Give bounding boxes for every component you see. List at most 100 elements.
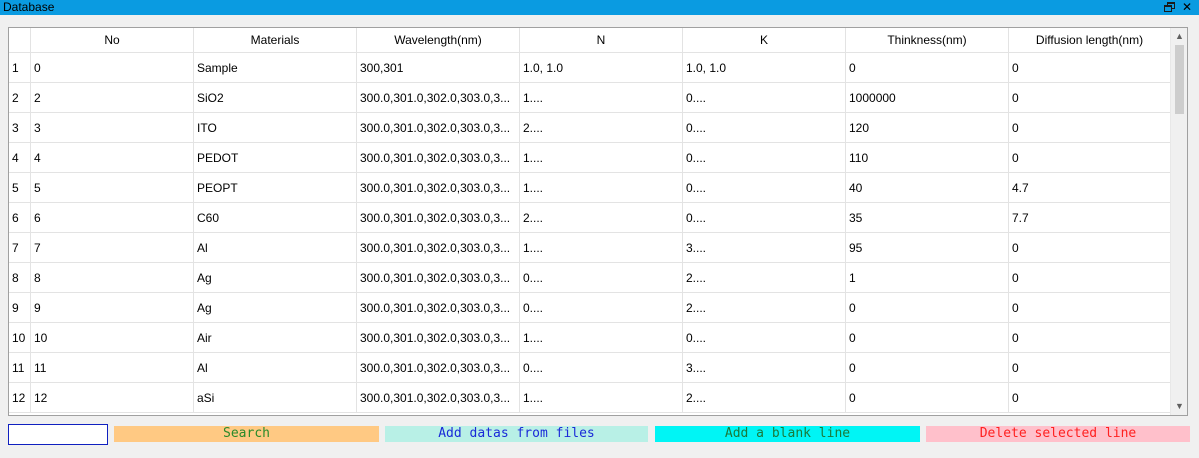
cell-n[interactable]: 2.... [520,203,683,233]
cell-wavelength[interactable]: 300.0,301.0,302.0,303.0,3... [357,263,520,293]
cell-no[interactable]: 6 [31,203,194,233]
cell-wavelength[interactable]: 300.0,301.0,302.0,303.0,3... [357,143,520,173]
cell-n[interactable]: 2.... [520,113,683,143]
cell-no[interactable]: 2 [31,83,194,113]
cell-n[interactable]: 1.... [520,233,683,263]
column-header-no[interactable]: No [31,28,194,53]
cell-wavelength[interactable]: 300.0,301.0,302.0,303.0,3... [357,173,520,203]
cell-materials[interactable]: PEOPT [194,173,357,203]
cell-n[interactable]: 1.... [520,383,683,413]
row-header[interactable]: 10 [9,323,31,353]
table-row[interactable]: 4 4 PEDOT 300.0,301.0,302.0,303.0,3... 1....… [9,143,1171,173]
column-header-thickness[interactable]: Thinkness(nm) [846,28,1009,53]
cell-k[interactable]: 2.... [683,263,846,293]
cell-materials[interactable]: Ag [194,293,357,323]
table-row[interactable]: 9 9 Ag 300.0,301.0,302.0,303.0,3... 0.... 2..… [9,293,1171,323]
cell-wavelength[interactable]: 300.0,301.0,302.0,303.0,3... [357,293,520,323]
cell-wavelength[interactable]: 300.0,301.0,302.0,303.0,3... [357,353,520,383]
cell-materials[interactable]: Air [194,323,357,353]
cell-no[interactable]: 4 [31,143,194,173]
row-header[interactable]: 6 [9,203,31,233]
cell-n[interactable]: 1.0, 1.0 [520,53,683,83]
cell-materials[interactable]: PEDOT [194,143,357,173]
restore-window-icon[interactable] [1163,1,1177,14]
column-header-diffusion-length[interactable]: Diffusion length(nm) [1009,28,1171,53]
column-header-k[interactable]: K [683,28,846,53]
cell-wavelength[interactable]: 300.0,301.0,302.0,303.0,3... [357,113,520,143]
row-header[interactable]: 12 [9,383,31,413]
cell-diffusion-length[interactable]: 4.7 [1009,173,1171,203]
search-button[interactable]: Search [114,426,379,442]
cell-materials[interactable]: ITO [194,113,357,143]
cell-n[interactable]: 0.... [520,353,683,383]
vertical-scrollbar[interactable]: ▲ ▼ [1170,28,1187,415]
scrollbar-thumb[interactable] [1175,45,1184,114]
cell-k[interactable]: 0.... [683,143,846,173]
cell-thickness[interactable]: 1000000 [846,83,1009,113]
cell-thickness[interactable]: 95 [846,233,1009,263]
table-corner[interactable] [9,28,31,53]
cell-thickness[interactable]: 0 [846,353,1009,383]
cell-diffusion-length[interactable]: 0 [1009,323,1171,353]
row-header[interactable]: 5 [9,173,31,203]
cell-materials[interactable]: SiO2 [194,83,357,113]
table-row[interactable]: 11 11 Al 300.0,301.0,302.0,303.0,3... 0.... 3… [9,353,1171,383]
table-row[interactable]: 8 8 Ag 300.0,301.0,302.0,303.0,3... 0.... 2..… [9,263,1171,293]
row-header[interactable]: 9 [9,293,31,323]
search-input[interactable] [8,424,108,445]
cell-diffusion-length[interactable]: 0 [1009,53,1171,83]
cell-diffusion-length[interactable]: 0 [1009,233,1171,263]
cell-no[interactable]: 9 [31,293,194,323]
cell-diffusion-length[interactable]: 7.7 [1009,203,1171,233]
cell-thickness[interactable]: 40 [846,173,1009,203]
table-row[interactable]: 7 7 Al 300.0,301.0,302.0,303.0,3... 1.... 3..… [9,233,1171,263]
cell-thickness[interactable]: 35 [846,203,1009,233]
delete-selected-line-button[interactable]: Delete selected line [926,426,1190,442]
add-blank-line-button[interactable]: Add a blank line [655,426,920,442]
cell-diffusion-length[interactable]: 0 [1009,83,1171,113]
cell-materials[interactable]: Sample [194,53,357,83]
cell-thickness[interactable]: 0 [846,53,1009,83]
add-from-files-button[interactable]: Add datas from files [385,426,648,442]
column-header-n[interactable]: N [520,28,683,53]
cell-wavelength[interactable]: 300.0,301.0,302.0,303.0,3... [357,83,520,113]
scroll-down-icon[interactable]: ▼ [1171,398,1187,415]
scroll-up-icon[interactable]: ▲ [1171,28,1187,45]
cell-diffusion-length[interactable]: 0 [1009,293,1171,323]
column-header-wavelength[interactable]: Wavelength(nm) [357,28,520,53]
table-row[interactable]: 10 10 Air 300.0,301.0,302.0,303.0,3... 1....… [9,323,1171,353]
row-header[interactable]: 7 [9,233,31,263]
table-row[interactable]: 1 0 Sample 300,301 1.0, 1.0 1.0, 1.0 0 0 [9,53,1171,83]
cell-k[interactable]: 3.... [683,353,846,383]
cell-k[interactable]: 0.... [683,323,846,353]
table-row[interactable]: 5 5 PEOPT 300.0,301.0,302.0,303.0,3... 1....… [9,173,1171,203]
cell-wavelength[interactable]: 300.0,301.0,302.0,303.0,3... [357,323,520,353]
cell-no[interactable]: 12 [31,383,194,413]
cell-no[interactable]: 11 [31,353,194,383]
row-header[interactable]: 4 [9,143,31,173]
cell-n[interactable]: 1.... [520,83,683,113]
cell-thickness[interactable]: 110 [846,143,1009,173]
cell-n[interactable]: 0.... [520,263,683,293]
cell-k[interactable]: 0.... [683,113,846,143]
cell-no[interactable]: 3 [31,113,194,143]
cell-wavelength[interactable]: 300,301 [357,53,520,83]
cell-materials[interactable]: C60 [194,203,357,233]
cell-materials[interactable]: Al [194,353,357,383]
cell-n[interactable]: 1.... [520,323,683,353]
cell-no[interactable]: 5 [31,173,194,203]
cell-k[interactable]: 0.... [683,173,846,203]
cell-diffusion-length[interactable]: 0 [1009,353,1171,383]
table-row[interactable]: 2 2 SiO2 300.0,301.0,302.0,303.0,3... 1.... 0… [9,83,1171,113]
column-header-materials[interactable]: Materials [194,28,357,53]
table-row[interactable]: 12 12 aSi 300.0,301.0,302.0,303.0,3... 1....… [9,383,1171,413]
cell-n[interactable]: 1.... [520,173,683,203]
cell-diffusion-length[interactable]: 0 [1009,383,1171,413]
cell-k[interactable]: 2.... [683,383,846,413]
cell-wavelength[interactable]: 300.0,301.0,302.0,303.0,3... [357,203,520,233]
cell-thickness[interactable]: 0 [846,383,1009,413]
cell-materials[interactable]: aSi [194,383,357,413]
cell-k[interactable]: 3.... [683,233,846,263]
cell-materials[interactable]: Al [194,233,357,263]
cell-n[interactable]: 0.... [520,293,683,323]
